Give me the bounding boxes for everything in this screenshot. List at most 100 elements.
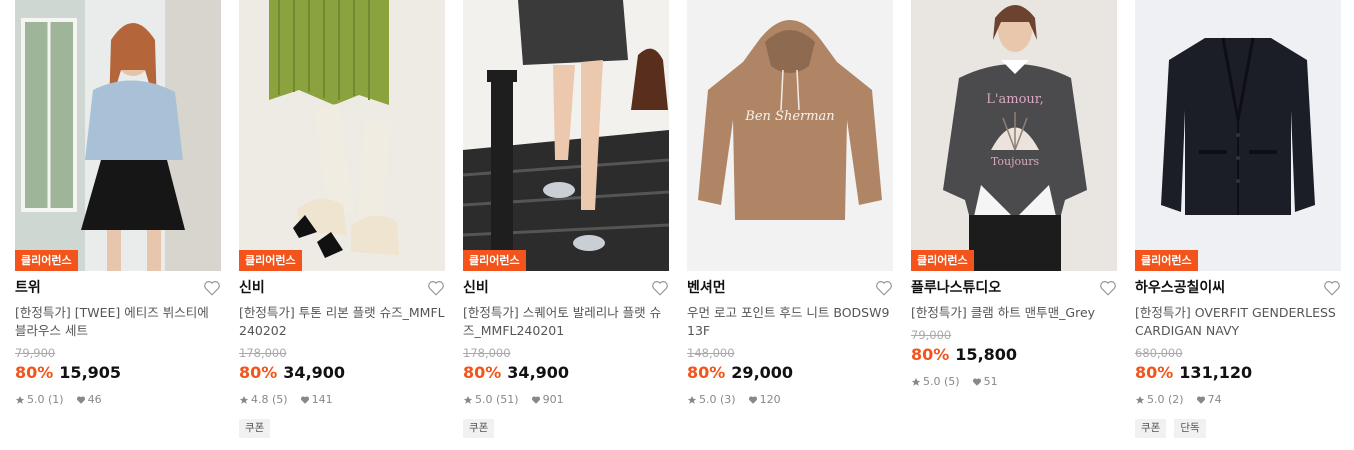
discount-rate: 80%: [239, 363, 278, 382]
heart-icon[interactable]: [1323, 279, 1341, 297]
rating: 5.0 (2): [1147, 393, 1184, 406]
sale-price: 29,000: [731, 363, 794, 382]
image-text-bottom: Toujours: [991, 155, 1040, 168]
heart-filled-icon: [748, 396, 757, 404]
product-image[interactable]: Ben Sherman: [687, 0, 893, 271]
review-meta: 5.0 (51) 901: [463, 393, 669, 407]
original-price: 79,900: [15, 346, 56, 360]
product-card[interactable]: 클리어런스 신비 [한정특가] 스퀘어토 발레리나 플랫 슈즈_MMFL2402…: [463, 0, 669, 438]
sale-price: 15,800: [955, 345, 1018, 364]
product-card[interactable]: 클리어런스 트위 [한정특가] [TWEE] 에티즈 뷔스티에 블라우스 세트 …: [15, 0, 221, 407]
star-icon: [239, 395, 249, 404]
original-price: 79,000: [911, 328, 952, 342]
heart-filled-icon: [531, 396, 540, 404]
tag-list: 쿠폰 단독: [1135, 419, 1341, 438]
coupon-tag[interactable]: 쿠폰: [1135, 419, 1167, 438]
product-grid: 클리어런스 트위 [한정특가] [TWEE] 에티즈 뷔스티에 블라우스 세트 …: [0, 0, 1354, 450]
heart-filled-icon: [972, 378, 981, 386]
price-row: 80% 29,000: [687, 363, 893, 383]
tag-list: 쿠폰: [239, 419, 445, 438]
review-meta: 5.0 (1) 46: [15, 393, 221, 407]
discount-rate: 80%: [15, 363, 54, 382]
like-count: 51: [983, 375, 998, 388]
heart-icon[interactable]: [875, 279, 893, 297]
rating: 5.0 (3): [699, 393, 736, 406]
review-meta: 5.0 (5) 51: [911, 375, 1117, 389]
price-row: 80% 15,800: [911, 345, 1117, 365]
sale-price: 131,120: [1179, 363, 1253, 382]
product-name[interactable]: 우먼 로고 포인트 후드 니트 BODSW913F: [687, 304, 893, 340]
product-photo: [239, 0, 445, 271]
product-photo: L'amour, Toujours: [911, 0, 1117, 271]
product-card[interactable]: L'amour, Toujours 클리어런스 플루나스튜디오 [한정특가] 클…: [911, 0, 1117, 389]
discount-rate: 80%: [1135, 363, 1174, 382]
tag-list: 쿠폰: [463, 419, 669, 438]
product-photo: [15, 0, 221, 271]
clearance-badge: 클리어런스: [911, 250, 974, 271]
rating: 4.8 (5): [251, 393, 288, 406]
heart-filled-icon: [1196, 396, 1205, 404]
like-count: 901: [542, 393, 564, 406]
original-price: 178,000: [463, 346, 511, 360]
star-icon: [15, 395, 25, 404]
star-icon: [687, 395, 697, 404]
review-meta: 5.0 (3) 120: [687, 393, 893, 407]
brand-name[interactable]: 플루나스튜디오: [911, 278, 1117, 298]
product-name[interactable]: [한정특가] 투톤 리본 플랫 슈즈_MMFL240202: [239, 304, 445, 340]
brand-name[interactable]: 하우스공칠이씨: [1135, 278, 1341, 298]
discount-rate: 80%: [687, 363, 726, 382]
product-image[interactable]: 클리어런스: [1135, 0, 1341, 271]
price-row: 80% 15,905: [15, 363, 221, 383]
clearance-badge: 클리어런스: [463, 250, 526, 271]
price-row: 80% 34,900: [463, 363, 669, 383]
heart-icon[interactable]: [427, 279, 445, 297]
product-name[interactable]: [한정특가] 클램 하트 맨투맨_Grey: [911, 304, 1117, 322]
brand-name[interactable]: 신비: [239, 278, 445, 298]
heart-icon[interactable]: [203, 279, 221, 297]
brand-name[interactable]: 신비: [463, 278, 669, 298]
sale-price: 34,900: [507, 363, 570, 382]
sale-price: 15,905: [59, 363, 122, 382]
heart-filled-icon: [300, 396, 309, 404]
original-price: 148,000: [687, 346, 735, 360]
product-card[interactable]: 클리어런스 신비 [한정특가] 투톤 리본 플랫 슈즈_MMFL240202 1…: [239, 0, 445, 438]
review-meta: 5.0 (2) 74: [1135, 393, 1341, 407]
sale-price: 34,900: [283, 363, 346, 382]
product-image[interactable]: L'amour, Toujours 클리어런스: [911, 0, 1117, 271]
image-logo-text: Ben Sherman: [744, 109, 834, 124]
product-card[interactable]: Ben Sherman 벤셔먼 우먼 로고 포인트 후드 니트 BODSW913…: [687, 0, 893, 407]
product-image[interactable]: 클리어런스: [239, 0, 445, 271]
heart-icon[interactable]: [1099, 279, 1117, 297]
product-card[interactable]: 클리어런스 하우스공칠이씨 [한정특가] OVERFIT GENDERLESS …: [1135, 0, 1341, 438]
discount-rate: 80%: [911, 345, 950, 364]
brand-name[interactable]: 벤셔먼: [687, 278, 893, 298]
product-image[interactable]: 클리어런스: [463, 0, 669, 271]
star-icon: [911, 377, 921, 386]
exclusive-tag[interactable]: 단독: [1174, 419, 1206, 438]
review-meta: 4.8 (5) 141: [239, 393, 445, 407]
rating: 5.0 (1): [27, 393, 64, 406]
star-icon: [463, 395, 473, 404]
heart-icon[interactable]: [651, 279, 669, 297]
like-count: 120: [759, 393, 781, 406]
rating: 5.0 (5): [923, 375, 960, 388]
coupon-tag[interactable]: 쿠폰: [463, 419, 495, 438]
product-image[interactable]: 클리어런스: [15, 0, 221, 271]
clearance-badge: 클리어런스: [239, 250, 302, 271]
brand-name[interactable]: 트위: [15, 278, 221, 298]
image-text-top: L'amour,: [986, 92, 1043, 107]
product-photo: [463, 0, 669, 271]
like-count: 46: [87, 393, 102, 406]
product-name[interactable]: [한정특가] OVERFIT GENDERLESS CARDIGAN NAVY: [1135, 304, 1341, 340]
like-count: 74: [1207, 393, 1222, 406]
price-row: 80% 34,900: [239, 363, 445, 383]
product-photo: Ben Sherman: [687, 0, 893, 271]
product-name[interactable]: [한정특가] [TWEE] 에티즈 뷔스티에 블라우스 세트: [15, 304, 221, 340]
clearance-badge: 클리어런스: [15, 250, 78, 271]
product-name[interactable]: [한정특가] 스퀘어토 발레리나 플랫 슈즈_MMFL240201: [463, 304, 669, 340]
star-icon: [1135, 395, 1145, 404]
clearance-badge: 클리어런스: [1135, 250, 1198, 271]
rating: 5.0 (51): [475, 393, 519, 406]
original-price: 680,000: [1135, 346, 1183, 360]
coupon-tag[interactable]: 쿠폰: [239, 419, 271, 438]
